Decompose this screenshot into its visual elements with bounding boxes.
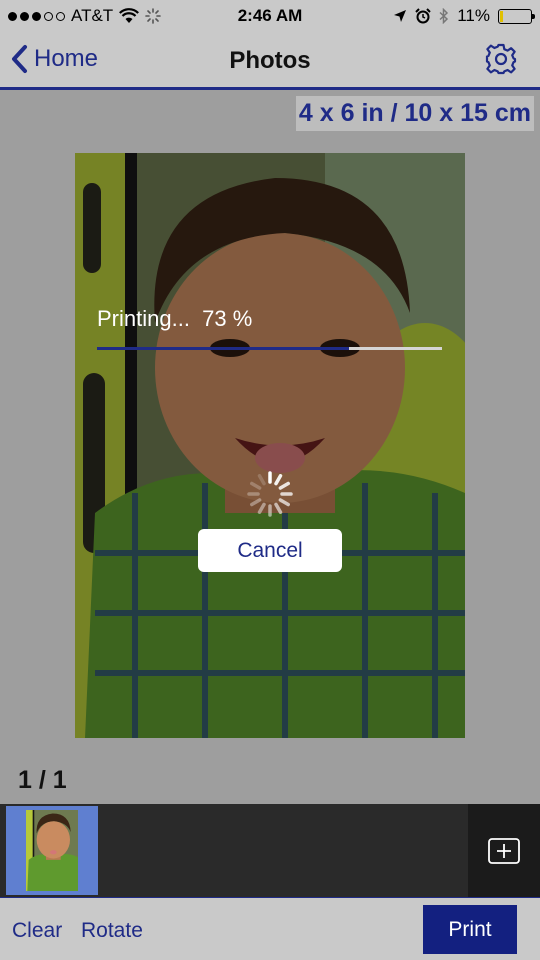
settings-button[interactable] [484,42,518,81]
gear-icon [485,43,517,75]
status-bar: AT&T 2:46 AM 11% [0,0,540,32]
rotate-button[interactable]: Rotate [81,919,143,943]
printing-status: Printing... 73 % [97,306,253,331]
bottom-toolbar: Clear Rotate Print [0,897,540,960]
print-button[interactable]: Print [423,905,517,954]
status-right: 11% [393,6,535,26]
alarm-icon [415,8,431,24]
thumbnail-strip[interactable] [0,804,540,897]
clear-button[interactable]: Clear [12,919,62,943]
cancel-button[interactable]: Cancel [198,529,342,572]
print-progress-fill [97,347,349,350]
page-title: Photos [229,47,311,74]
page-counter: 1 / 1 [18,766,67,794]
bluetooth-icon [439,8,449,24]
photo-preview [75,153,465,738]
add-photo-area [468,804,540,897]
plus-square-icon [488,838,520,864]
add-photo-button[interactable] [488,838,520,869]
loading-spinner-icon [247,471,293,517]
nav-bar: Home Photos [0,32,540,90]
battery-icon [498,8,535,24]
paper-size-selector[interactable]: 4 x 6 in / 10 x 15 cm [295,96,534,131]
print-progress-bar [97,347,442,350]
thumbnail-image [26,810,78,891]
photo-thumbnail[interactable] [6,806,98,895]
photo-dim-overlay [75,153,465,738]
battery-percent: 11% [457,6,490,25]
location-arrow-icon [394,10,407,22]
